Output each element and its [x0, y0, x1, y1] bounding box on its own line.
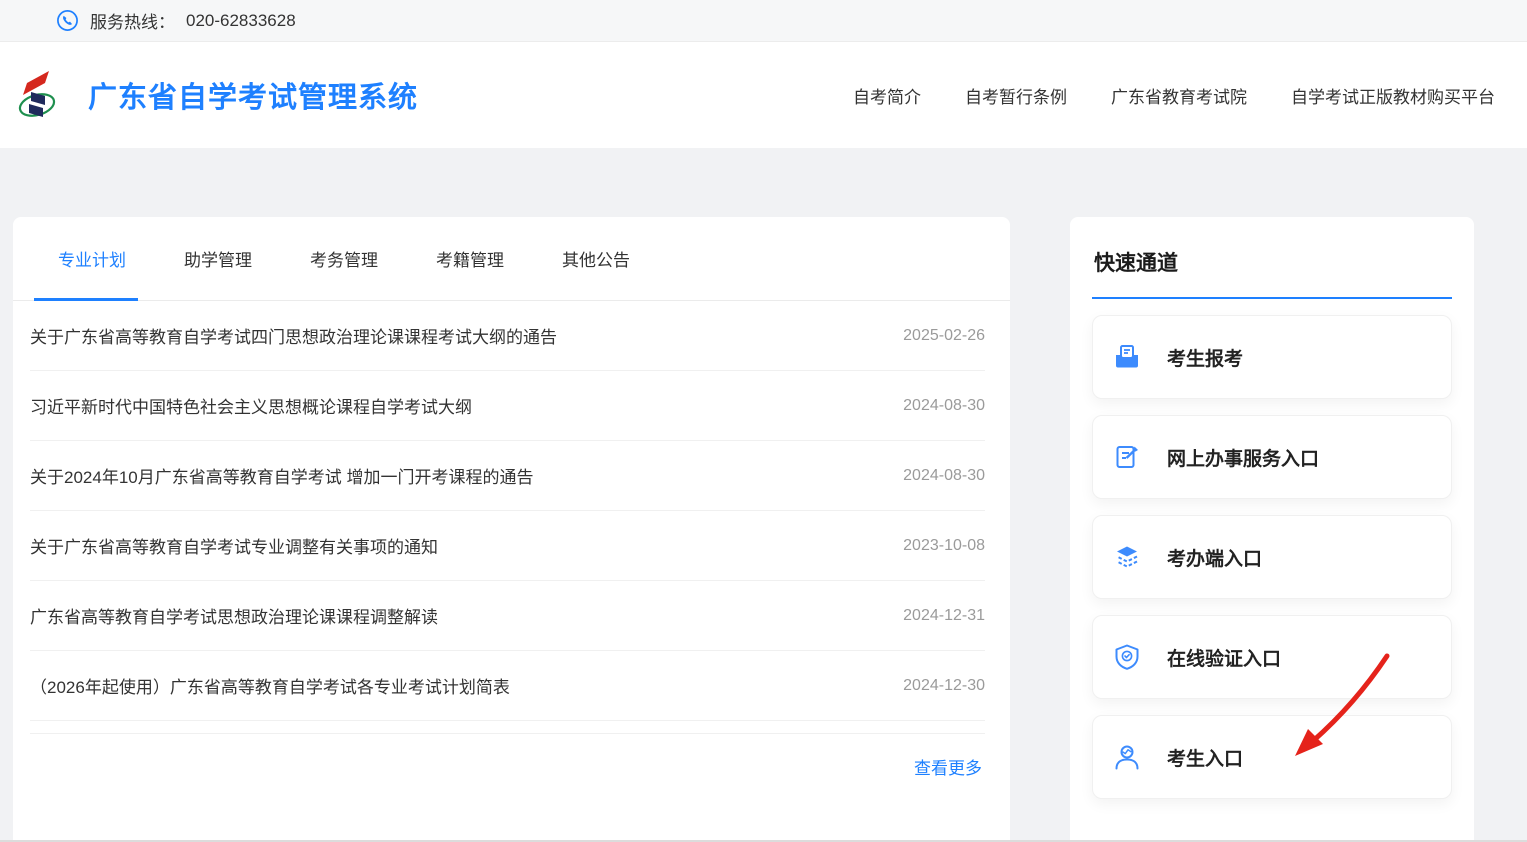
news-list-item[interactable]: 关于广东省高等教育自学考试专业调整有关事项的通知 2023-10-08: [30, 511, 985, 581]
tab-exam-records[interactable]: 考籍管理: [436, 217, 504, 300]
news-item-title: （2026年起使用）广东省高等教育自学考试各专业考试计划简表: [30, 673, 510, 698]
news-list: 关于广东省高等教育自学考试四门思想政治理论课课程考试大纲的通告 2025-02-…: [13, 301, 1010, 734]
site-title: 广东省自学考试管理系统: [88, 74, 418, 116]
inbox-icon: [1113, 343, 1141, 371]
tab-other-notices[interactable]: 其他公告: [562, 217, 630, 300]
hotline-number: 020-62833628: [186, 11, 296, 31]
quick-link-label: 考生报考: [1167, 344, 1243, 371]
news-item-date: 2025-02-26: [903, 327, 985, 345]
news-tabs: 专业计划 助学管理 考务管理 考籍管理 其他公告: [13, 217, 1010, 301]
hotline-label: 服务热线：: [90, 8, 175, 33]
quick-link-label: 网上办事服务入口: [1167, 444, 1319, 471]
news-list-item[interactable]: 关于广东省高等教育自学考试四门思想政治理论课课程考试大纲的通告 2025-02-…: [30, 301, 985, 371]
document-edit-icon: [1113, 443, 1141, 471]
quick-link-online-services[interactable]: 网上办事服务入口: [1092, 415, 1452, 499]
news-item-title: 关于2024年10月广东省高等教育自学考试 增加一门开考课程的通告: [30, 463, 533, 488]
quick-link-label: 考生入口: [1167, 744, 1243, 771]
hotline-bar: 服务热线： 020-62833628: [0, 0, 1527, 42]
news-list-item[interactable]: 广东省高等教育自学考试思想政治理论课课程调整解读 2024-12-31: [30, 581, 985, 651]
view-more-link[interactable]: 查看更多: [13, 754, 982, 779]
news-list-item[interactable]: 关于2024年10月广东省高等教育自学考试 增加一门开考课程的通告 2024-0…: [30, 441, 985, 511]
quick-link-label: 在线验证入口: [1167, 644, 1281, 671]
news-item-date: 2023-10-08: [903, 537, 985, 555]
list-divider: [30, 721, 985, 734]
news-list-item[interactable]: （2026年起使用）广东省高等教育自学考试各专业考试计划简表 2024-12-3…: [30, 651, 985, 721]
nav-link-textbook-platform[interactable]: 自学考试正版教材购买平台: [1291, 83, 1495, 108]
quick-link-label: 考办端入口: [1167, 544, 1262, 571]
news-card: 专业计划 助学管理 考务管理 考籍管理 其他公告 关于广东省高等教育自学考试四门…: [13, 217, 1010, 842]
tab-exam-affairs[interactable]: 考务管理: [310, 217, 378, 300]
news-item-date: 2024-12-31: [903, 607, 985, 625]
shield-check-icon: [1113, 643, 1141, 671]
site-header: 广东省自学考试管理系统 自考简介 自考暂行条例 广东省教育考试院 自学考试正版教…: [0, 42, 1527, 148]
news-item-date: 2024-08-30: [903, 397, 985, 415]
news-item-date: 2024-12-30: [903, 677, 985, 695]
news-item-title: 习近平新时代中国特色社会主义思想概论课程自学考试大纲: [30, 393, 472, 418]
news-item-title: 关于广东省高等教育自学考试专业调整有关事项的通知: [30, 533, 438, 558]
tab-major-plan[interactable]: 专业计划: [58, 217, 126, 300]
quick-link-online-verification[interactable]: 在线验证入口: [1092, 615, 1452, 699]
brand: 广东省自学考试管理系统: [14, 66, 418, 124]
news-item-title: 关于广东省高等教育自学考试四门思想政治理论课课程考试大纲的通告: [30, 323, 557, 348]
news-item-title: 广东省高等教育自学考试思想政治理论课课程调整解读: [30, 603, 438, 628]
news-item-date: 2024-08-30: [903, 467, 985, 485]
quick-link-exam-office-portal[interactable]: 考办端入口: [1092, 515, 1452, 599]
news-list-item[interactable]: 习近平新时代中国特色社会主义思想概论课程自学考试大纲 2024-08-30: [30, 371, 985, 441]
quick-link-candidate-portal[interactable]: 考生入口: [1092, 715, 1452, 799]
site-logo-icon: [14, 66, 60, 124]
quick-channel-title: 快速通道: [1092, 217, 1452, 299]
quick-link-candidate-registration[interactable]: 考生报考: [1092, 315, 1452, 399]
phone-icon: [56, 9, 79, 32]
nav-link-regulations[interactable]: 自考暂行条例: [965, 83, 1067, 108]
tab-study-support[interactable]: 助学管理: [184, 217, 252, 300]
quick-channel-panel: 快速通道 考生报考 网上办事服务入口: [1070, 217, 1474, 842]
main-content: 专业计划 助学管理 考务管理 考籍管理 其他公告 关于广东省高等教育自学考试四门…: [0, 148, 1527, 842]
user-icon: [1113, 743, 1141, 771]
header-nav: 自考简介 自考暂行条例 广东省教育考试院 自学考试正版教材购买平台: [853, 83, 1495, 108]
nav-link-exam-authority[interactable]: 广东省教育考试院: [1111, 83, 1247, 108]
nav-link-intro[interactable]: 自考简介: [853, 83, 921, 108]
layers-icon: [1113, 543, 1141, 571]
